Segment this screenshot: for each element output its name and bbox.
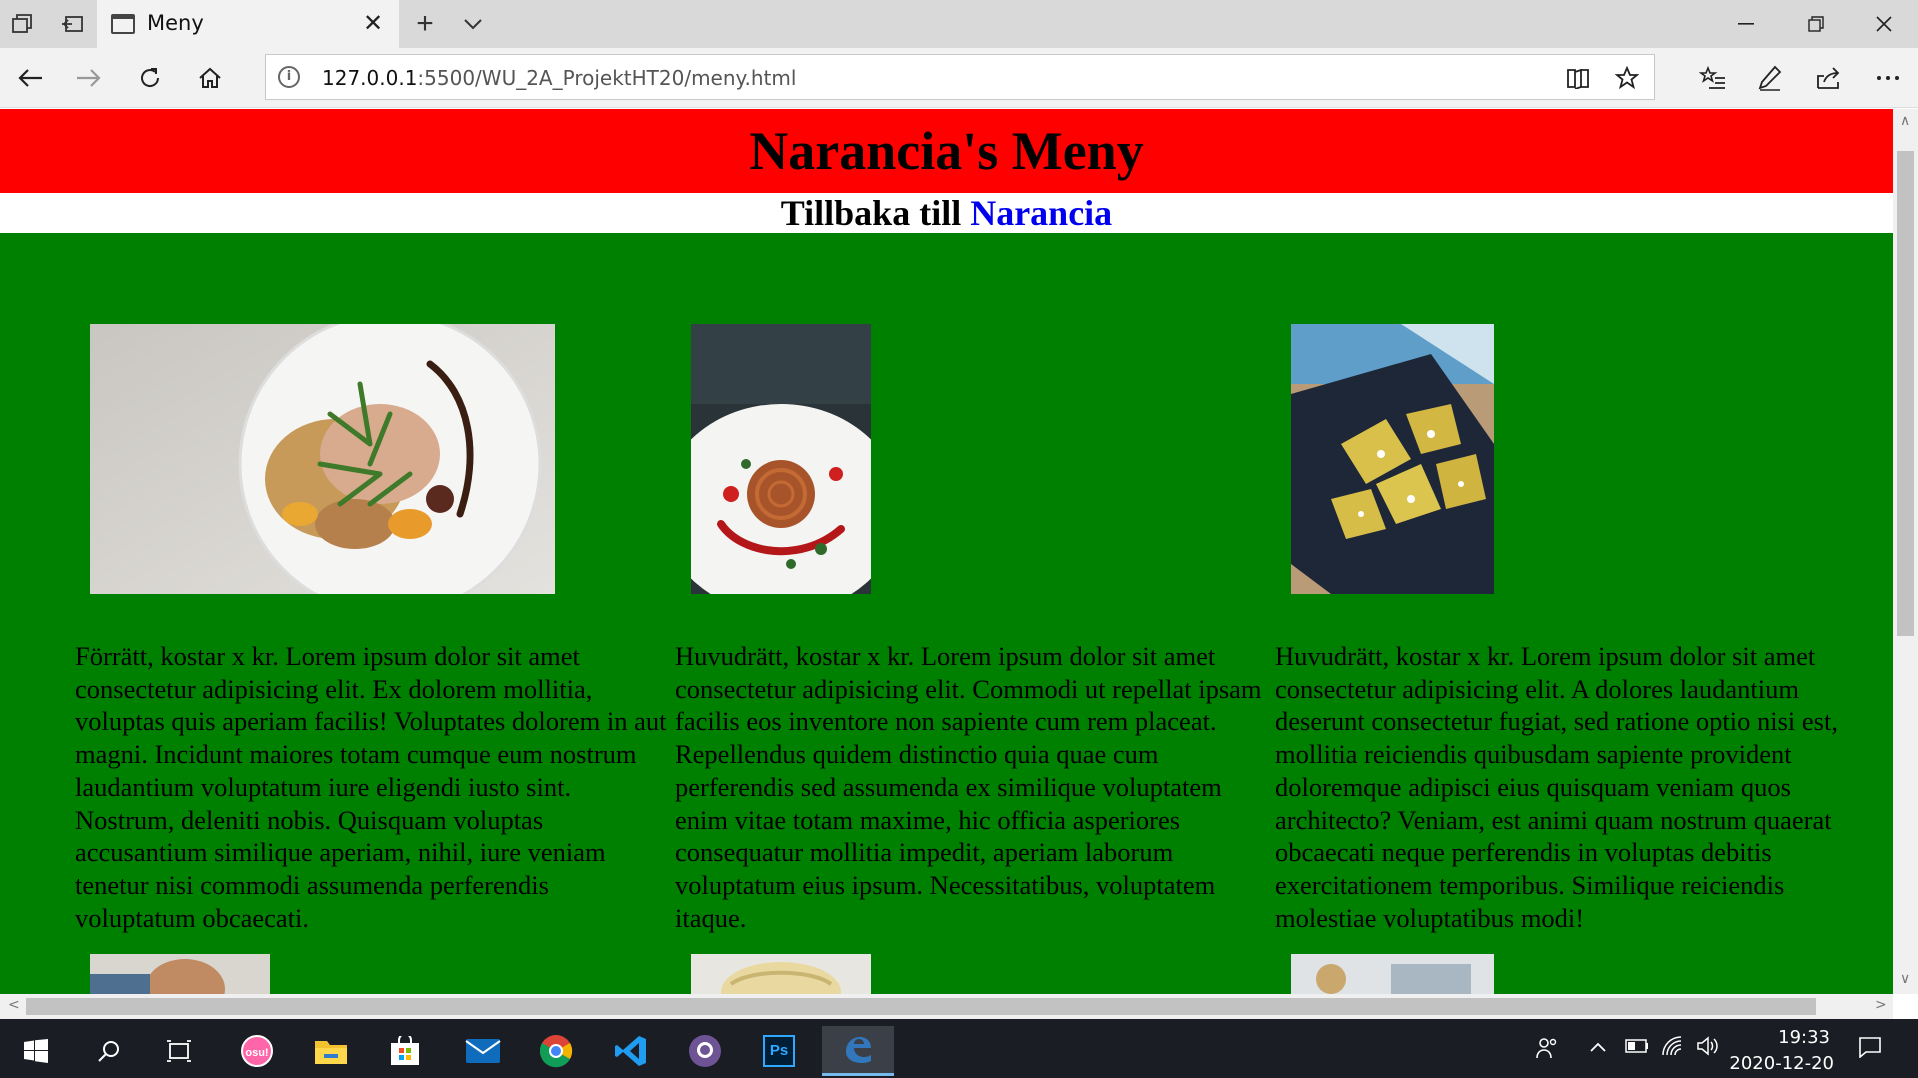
starter-dish-image	[90, 324, 555, 594]
file-explorer-icon[interactable]	[300, 1026, 362, 1076]
page-header: Narancia's Meny	[0, 109, 1893, 193]
task-view-icon[interactable]	[148, 1026, 210, 1076]
horizontal-scrollbar[interactable]: < >	[0, 994, 1893, 1019]
store-icon[interactable]	[374, 1026, 436, 1076]
starter-description: Förrätt, kostar x kr. Lorem ipsum dolor …	[75, 641, 667, 933]
dish-image-row2-1	[90, 954, 270, 994]
vscode-icon[interactable]	[600, 1026, 662, 1076]
vertical-scroll-thumb[interactable]	[1897, 151, 1914, 636]
photoshop-icon[interactable]: Ps	[748, 1026, 810, 1076]
active-tab[interactable]: Meny ✕	[97, 0, 399, 48]
more-options-icon[interactable]	[1870, 60, 1906, 96]
action-center-icon[interactable]	[1858, 1036, 1882, 1064]
page-viewport: Narancia's Meny Tillbaka till Narancia F…	[0, 109, 1893, 994]
scroll-left-icon[interactable]: <	[8, 997, 20, 1013]
web-note-pen-icon[interactable]	[1752, 60, 1788, 96]
tab-sets-icon[interactable]	[8, 10, 38, 38]
new-tab-icon[interactable]: +	[410, 7, 440, 40]
back-arrow-icon[interactable]	[12, 60, 48, 96]
home-link[interactable]: Narancia	[970, 193, 1112, 233]
url-text[interactable]: 127.0.0.1:5500/WU_2A_ProjektHT20/meny.ht…	[322, 66, 796, 90]
edge-browser-icon[interactable]	[822, 1026, 894, 1076]
favorites-hub-icon[interactable]	[1695, 60, 1731, 96]
close-tab-icon[interactable]: ✕	[359, 10, 387, 38]
main-dish-2-description: Huvudrätt, kostar x kr. Lorem ipsum dolo…	[1275, 641, 1838, 933]
wifi-icon[interactable]	[1662, 1036, 1684, 1062]
tab-preview-chevron-down-icon[interactable]	[458, 10, 488, 38]
share-icon[interactable]	[1811, 60, 1847, 96]
main-dish-image-2	[1291, 324, 1494, 594]
scroll-down-icon[interactable]: ∨	[1900, 971, 1910, 987]
address-bar[interactable]: i 127.0.0.1:5500/WU_2A_ProjektHT20/meny.…	[265, 54, 1655, 100]
minimize-icon[interactable]	[1726, 8, 1766, 40]
home-icon[interactable]	[192, 60, 228, 96]
vertical-scrollbar[interactable]: ∧ ∨	[1893, 109, 1918, 994]
chevron-up-icon[interactable]	[1589, 1036, 1607, 1059]
close-window-icon[interactable]	[1864, 8, 1904, 40]
clock-time[interactable]: 19:33	[1778, 1027, 1830, 1048]
volume-icon[interactable]	[1696, 1036, 1720, 1062]
restore-icon[interactable]	[1796, 8, 1836, 40]
people-icon[interactable]	[1535, 1036, 1559, 1066]
back-navigation: Tillbaka till Narancia	[0, 193, 1893, 233]
scroll-up-icon[interactable]: ∧	[1900, 113, 1910, 129]
site-info-icon[interactable]: i	[278, 66, 300, 88]
dish-image-row2-3	[1291, 954, 1494, 994]
tab-title: Meny	[147, 11, 204, 35]
github-desktop-icon[interactable]	[674, 1026, 736, 1076]
horizontal-scroll-thumb[interactable]	[26, 998, 1816, 1015]
forward-arrow-icon[interactable]	[71, 60, 107, 96]
scroll-right-icon[interactable]: >	[1875, 997, 1887, 1013]
chrome-icon[interactable]	[525, 1026, 587, 1076]
refresh-icon[interactable]	[132, 60, 168, 96]
main-dish-image-1	[691, 324, 871, 594]
navigation-bar: i 127.0.0.1:5500/WU_2A_ProjektHT20/meny.…	[0, 48, 1918, 108]
reading-view-icon[interactable]	[1563, 63, 1593, 93]
set-aside-tabs-icon[interactable]	[57, 10, 87, 38]
osu-app-icon[interactable]: osu!	[226, 1026, 288, 1076]
page-title: Narancia's Meny	[749, 121, 1144, 181]
mail-icon[interactable]	[452, 1026, 514, 1076]
windows-taskbar: osu! Ps 19:33 2020-12-20	[0, 1019, 1918, 1078]
search-icon[interactable]	[78, 1026, 140, 1076]
dish-image-row2-2	[691, 954, 871, 994]
page-icon	[111, 14, 135, 34]
battery-icon[interactable]	[1625, 1036, 1649, 1059]
favorite-star-icon[interactable]	[1612, 63, 1642, 93]
clock-date[interactable]: 2020-12-20	[1729, 1053, 1834, 1074]
tab-strip: Meny ✕ +	[0, 0, 1918, 48]
main-dish-1-description: Huvudrätt, kostar x kr. Lorem ipsum dolo…	[675, 641, 1262, 933]
back-prefix-text: Tillbaka till	[780, 193, 962, 233]
start-windows-icon[interactable]	[5, 1026, 67, 1076]
